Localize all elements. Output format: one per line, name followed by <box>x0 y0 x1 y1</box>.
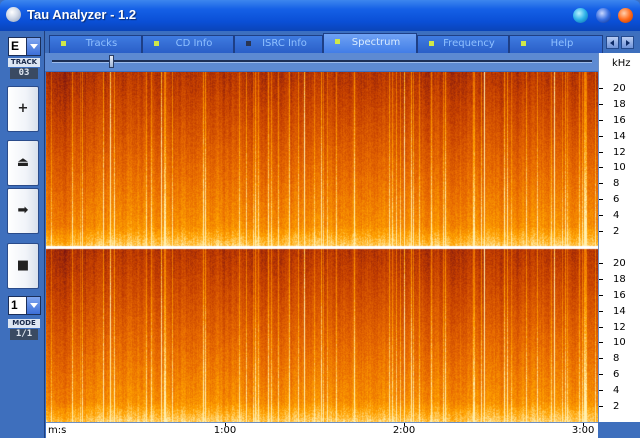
stop-icon: ■ <box>16 258 30 273</box>
close-button[interactable] <box>618 8 633 23</box>
y-tick-mark <box>599 374 603 376</box>
x-axis-label: m:s <box>48 425 67 436</box>
y-tick-mark <box>599 215 603 217</box>
tab-label: ISRC Info <box>262 38 307 49</box>
position-slider-bar <box>45 53 598 71</box>
next-button[interactable]: ➡ <box>7 188 39 234</box>
left-control-panel: E TRACK 03 + ⏏ ➡ ■ 1 MODE 1/1 <box>0 31 45 438</box>
app-icon[interactable] <box>6 7 21 22</box>
y-tick-label: 6 <box>613 194 620 206</box>
tab-label: Tracks <box>85 38 118 49</box>
y-tick-mark <box>599 199 603 201</box>
y-tick-mark <box>599 183 603 185</box>
y-tick-label: 8 <box>613 353 620 365</box>
y-tick-mark <box>599 262 603 264</box>
title-bar[interactable]: Tau Analyzer - 1.2 <box>0 0 640 31</box>
y-tick-label: 6 <box>613 369 620 381</box>
y-tick-label: 18 <box>613 273 626 285</box>
y-tick-mark <box>599 310 603 312</box>
y-tick-mark <box>599 119 603 121</box>
mode-select[interactable]: 1 <box>8 296 41 315</box>
axis-corner <box>598 422 640 438</box>
maximize-button[interactable] <box>596 8 611 23</box>
y-tick-mark <box>599 294 603 296</box>
y-tick-label: 10 <box>613 162 626 174</box>
minimize-button[interactable] <box>573 8 588 23</box>
tab-label: Help <box>550 38 574 49</box>
y-tick-label: 16 <box>613 289 626 301</box>
mode-display: 1/1 <box>10 329 38 340</box>
y-tick-label: 12 <box>613 146 626 158</box>
y-tick-label: 14 <box>613 305 626 317</box>
tab-help[interactable]: Help <box>509 35 603 53</box>
y-tick-mark <box>599 151 603 153</box>
tab-label: Frequency <box>443 38 495 49</box>
drive-select-value: E <box>11 39 20 53</box>
y-tick-label: 10 <box>613 337 626 349</box>
y-tick-label: 20 <box>613 257 626 269</box>
tab-spectrum[interactable]: Spectrum <box>323 33 417 54</box>
plus-icon: + <box>17 101 29 116</box>
tab-label: CD Info <box>175 38 213 49</box>
y-tick-label: 18 <box>613 98 626 110</box>
y-axis-label: kHz <box>612 58 631 69</box>
x-tick-label: 1:00 <box>213 425 237 436</box>
y-tick-mark <box>599 87 603 89</box>
y-tick-label: 20 <box>613 82 626 94</box>
tab-scroll-left-button[interactable] <box>606 36 619 49</box>
y-tick-label: 16 <box>613 114 626 126</box>
window-title: Tau Analyzer - 1.2 <box>27 7 137 22</box>
drive-select[interactable]: E <box>8 37 41 56</box>
stop-button[interactable]: ■ <box>7 243 39 289</box>
y-tick-mark <box>599 358 603 360</box>
tab-scroll-right-button[interactable] <box>621 36 634 49</box>
spectrogram <box>46 72 598 422</box>
y-tick-mark <box>599 278 603 280</box>
y-tick-label: 14 <box>613 130 626 142</box>
tab-label: Spectrum <box>351 37 401 48</box>
x-tick-label: 2:00 <box>392 425 416 436</box>
x-tick-label: 3:00 <box>571 425 595 436</box>
main-window: Tau Analyzer - 1.2 E TRACK 03 + ⏏ ➡ ■ 1 … <box>0 0 640 438</box>
tab-bar: Tracks CD Info ISRC Info Spectrum Freque… <box>45 33 640 54</box>
y-tick-label: 8 <box>613 178 620 190</box>
y-tick-label: 4 <box>613 210 620 222</box>
y-tick-mark <box>599 406 603 408</box>
tab-tracks[interactable]: Tracks <box>49 35 142 53</box>
position-slider-track[interactable] <box>52 60 592 63</box>
y-tick-mark <box>599 103 603 105</box>
track-caption: TRACK <box>8 58 40 67</box>
tab-isrc-info[interactable]: ISRC Info <box>234 35 323 53</box>
time-axis: m:s 1:00 2:00 3:00 <box>46 422 598 438</box>
chevron-down-icon[interactable] <box>26 38 40 55</box>
y-tick-mark <box>599 326 603 328</box>
y-tick-label: 2 <box>613 226 620 238</box>
y-tick-label: 4 <box>613 385 620 397</box>
frequency-axis: kHz 20 18 16 14 12 10 8 6 4 2 20 18 16 14 12 10 8 6 4 2 <box>598 53 640 422</box>
y-tick-label: 12 <box>613 321 626 333</box>
add-button[interactable]: + <box>7 86 39 132</box>
y-tick-label: 2 <box>613 401 620 413</box>
mode-select-value: 1 <box>11 298 18 312</box>
chevron-down-icon[interactable] <box>26 297 40 314</box>
y-tick-mark <box>599 342 603 344</box>
eject-icon: ⏏ <box>16 155 30 170</box>
y-tick-mark <box>599 231 603 233</box>
mode-caption: MODE <box>8 319 40 328</box>
y-tick-mark <box>599 135 603 137</box>
eject-button[interactable]: ⏏ <box>7 140 39 186</box>
y-tick-mark <box>599 390 603 392</box>
tab-cd-info[interactable]: CD Info <box>142 35 234 53</box>
y-tick-mark <box>599 167 603 169</box>
tab-frequency[interactable]: Frequency <box>417 35 509 53</box>
track-number-display: 03 <box>10 68 38 79</box>
arrow-right-icon: ➡ <box>17 203 29 218</box>
position-slider-thumb[interactable] <box>109 55 115 68</box>
